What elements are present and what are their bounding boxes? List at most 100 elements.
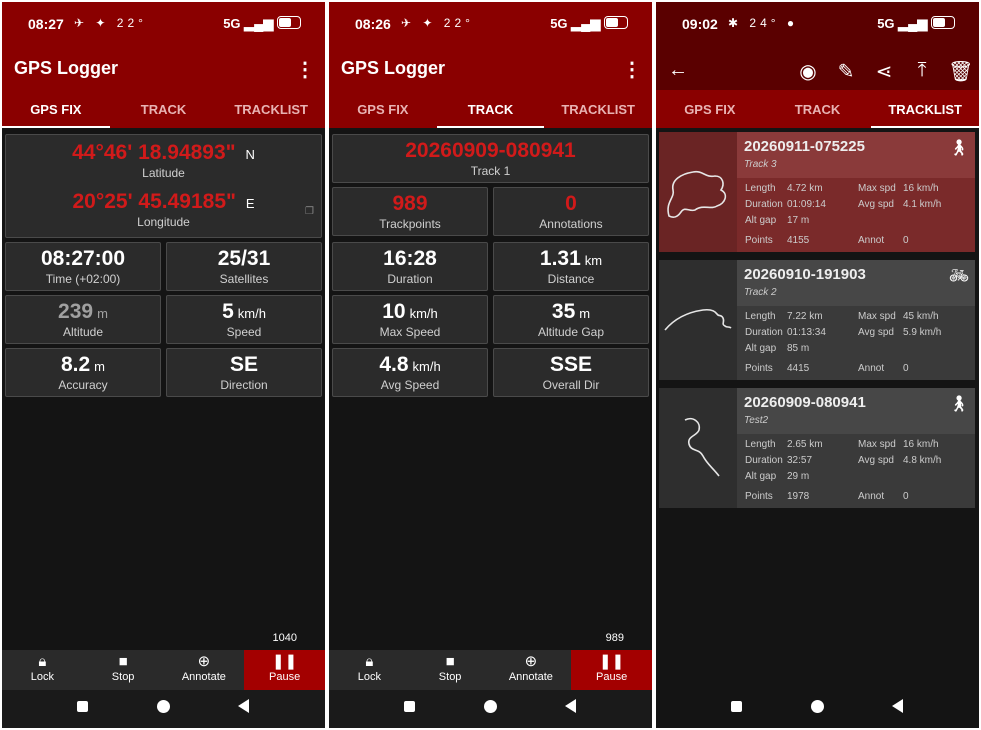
app-title: GPS Logger: [341, 58, 446, 78]
home-icon[interactable]: [811, 700, 824, 713]
status-right: 5G ▂▄▆: [550, 16, 628, 32]
battery-icon: [604, 16, 628, 29]
trackpoint-count: 989: [605, 632, 624, 644]
time-card: 08:27:00 Time (+02:00): [5, 242, 161, 291]
home-icon[interactable]: [157, 700, 170, 713]
pause-icon: ❚❚: [272, 653, 298, 670]
duration-label: Duration: [387, 272, 433, 286]
tab-tracklist[interactable]: TRACKLIST: [871, 90, 979, 128]
track-list-item[interactable]: 20260909-080941 Test2 🚶︎ Length 2.65 km …: [659, 388, 975, 508]
back-icon[interactable]: [238, 699, 249, 713]
avg-spd-value: 4.1 km/h: [903, 199, 942, 210]
track-name-card[interactable]: 20260909-080941 Track 1: [332, 134, 649, 183]
track-list-item[interactable]: 20260911-075225 Track 3 🚶︎ Length 4.72 k…: [659, 132, 975, 252]
trackpoints-card: 989 Trackpoints: [332, 187, 488, 236]
longitude-label: Longitude: [137, 215, 190, 229]
avg-speed-value: 4.8: [379, 353, 409, 376]
recents-icon[interactable]: [731, 701, 742, 712]
annotate-label: Annotate: [508, 671, 553, 683]
length-label: Length: [745, 311, 776, 322]
edit-icon[interactable]: ✎: [834, 59, 858, 84]
share-icon[interactable]: ⋖: [872, 59, 896, 84]
annotate-button[interactable]: ⊕ Annotate: [491, 650, 572, 690]
lock-button[interactable]: 🔒︎ Lock: [329, 650, 410, 690]
back-icon[interactable]: [892, 699, 903, 713]
stop-button[interactable]: ■ Stop: [410, 650, 491, 690]
longitude-dir: E: [245, 196, 255, 211]
back-arrow-icon[interactable]: ←: [666, 59, 690, 82]
direction-label: Direction: [220, 378, 268, 392]
lock-button[interactable]: 🔒︎ Lock: [2, 650, 83, 690]
more-vert-icon[interactable]: ⋮: [622, 57, 642, 82]
satellites-card: 25/31 Satellites: [166, 242, 322, 291]
phone-tracklist: 09:02 ✱ 24° ● 5G ▂▄▆ ← ◉ ✎ ⋖ ⤒ 🗑︎ GPS FI…: [656, 2, 979, 728]
track-list-item[interactable]: 20260910-191903 Track 2 🚲︎ Length 7.22 k…: [659, 260, 975, 380]
satellites-value: 25/31: [217, 247, 271, 270]
tab-track[interactable]: TRACK: [764, 90, 872, 128]
back-icon[interactable]: [565, 699, 576, 713]
delete-icon[interactable]: 🗑︎: [948, 59, 973, 84]
avg-spd-value: 5.9 km/h: [903, 327, 942, 338]
altitude-gap-value: 35: [551, 300, 576, 323]
battery-icon: [931, 16, 955, 29]
app-title: GPS Logger: [14, 58, 119, 78]
tab-gps-fix[interactable]: GPS FIX: [656, 90, 764, 128]
distance-row: 1.31 km: [494, 247, 648, 271]
tab-tracklist[interactable]: TRACKLIST: [544, 90, 652, 128]
avg-speed-label: Avg Speed: [380, 378, 440, 392]
phone-gps-fix: 08:27 ✈ ✦ 22° 5G ▂▄▆ GPS Logger ⋮ GPS FI…: [2, 2, 325, 728]
pause-button[interactable]: ❚❚ Pause: [571, 650, 652, 690]
tab-tracklist[interactable]: TRACKLIST: [217, 90, 325, 128]
speed-unit: km/h: [237, 306, 266, 321]
altitude-gap-unit: m: [579, 306, 591, 321]
latitude-label: Latitude: [142, 166, 185, 180]
home-icon[interactable]: [484, 700, 497, 713]
max-spd-value: 16 km/h: [903, 183, 939, 194]
tab-gps-fix[interactable]: GPS FIX: [2, 90, 110, 128]
tab-gps-fix[interactable]: GPS FIX: [329, 90, 437, 128]
direction-card: SE Direction: [166, 348, 322, 397]
length-value: 4.72 km: [787, 183, 823, 194]
altitude-gap-card: 35 m Altitude Gap: [493, 295, 649, 344]
pause-button[interactable]: ❚❚ Pause: [244, 650, 325, 690]
length-label: Length: [745, 439, 776, 450]
track-desc: Track 2: [744, 287, 777, 298]
app-bar: GPS Logger ⋮: [329, 50, 652, 90]
max-spd-label: Max spd: [858, 439, 896, 450]
max-speed-label: Max Speed: [379, 325, 441, 339]
recents-icon[interactable]: [404, 701, 415, 712]
more-vert-icon[interactable]: ⋮: [295, 57, 315, 82]
duration-value: 01:13:34: [787, 327, 826, 338]
tab-track[interactable]: TRACK: [110, 90, 218, 128]
app-bar: GPS Logger ⋮: [2, 50, 325, 90]
alt-gap-label: Alt gap: [745, 343, 777, 354]
latitude-dir: N: [245, 147, 255, 162]
copy-icon[interactable]: ❐: [305, 206, 314, 217]
coordinates-card[interactable]: 44°46' 18.94893" N Latitude 20°25' 45.49…: [5, 134, 322, 238]
max-spd-label: Max spd: [858, 183, 896, 194]
duration-value: 16:28: [383, 247, 437, 270]
bike-icon: 🚲︎: [948, 268, 969, 285]
duration-label: Duration: [745, 199, 783, 210]
recents-icon[interactable]: [77, 701, 88, 712]
avg-speed-unit: km/h: [412, 359, 441, 374]
track-name: 20260909-080941: [744, 394, 866, 411]
track-desc: Test2: [744, 415, 769, 426]
annotate-button[interactable]: ⊕ Annotate: [164, 650, 245, 690]
annotations-value: 0: [565, 192, 577, 215]
annot-value: 0: [903, 491, 909, 502]
speed-row: 5 km/h: [167, 300, 321, 324]
eye-icon[interactable]: ◉: [796, 59, 820, 84]
upload-icon[interactable]: ⤒: [910, 59, 934, 82]
network-label: 5G: [550, 16, 568, 31]
latitude-value-row: 44°46' 18.94893" N: [6, 141, 321, 165]
overall-dir-value: SSE: [549, 353, 593, 376]
altitude-card: 239 m Altitude: [5, 295, 161, 344]
stop-button[interactable]: ■ Stop: [83, 650, 164, 690]
annot-label: Annot: [858, 235, 885, 246]
max-speed-row: 10 km/h: [333, 300, 487, 324]
accuracy-label: Accuracy: [58, 378, 108, 392]
track-name: 20260910-191903: [744, 266, 866, 283]
tab-bar: GPS FIX TRACK TRACKLIST: [329, 90, 652, 128]
tab-track[interactable]: TRACK: [436, 90, 545, 128]
